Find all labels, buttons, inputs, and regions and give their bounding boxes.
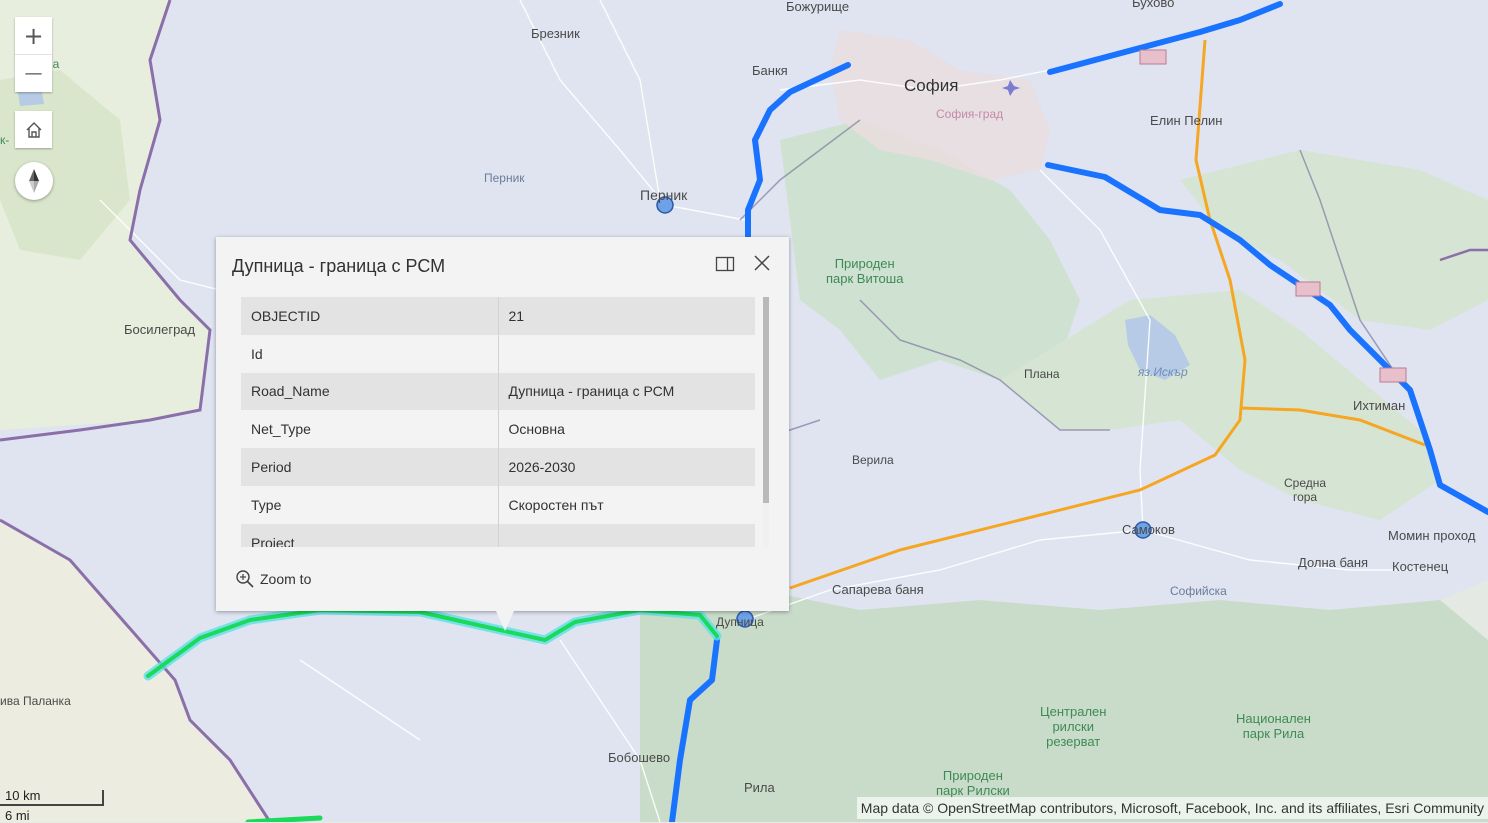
attribute-key: Id xyxy=(241,334,499,373)
attribute-value xyxy=(498,523,755,547)
attribute-table[interactable]: OBJECTID 21 Id Road_Name Дупница - граница с… xyxy=(241,297,755,547)
map-attribution: Map data © OpenStreetMap contributors, M… xyxy=(856,797,1488,819)
table-scrollbar[interactable] xyxy=(763,297,769,547)
attribute-row: Id xyxy=(241,334,755,373)
attribute-row: Type Скоростен път xyxy=(241,485,755,524)
dock-icon xyxy=(715,256,735,272)
popup-pointer xyxy=(496,611,514,631)
scrollbar-thumb[interactable] xyxy=(763,297,769,503)
attribute-row: Net_Type Основна xyxy=(241,410,755,449)
attribute-value: Скоростен път xyxy=(498,485,755,524)
attribute-key: Net_Type xyxy=(241,410,499,449)
dock-button[interactable] xyxy=(714,253,736,275)
attribute-key: Type xyxy=(241,485,499,524)
popup-title: Дупница - граница с РСМ xyxy=(232,256,446,276)
attribute-row: Project xyxy=(241,523,755,547)
zoom-in-button[interactable]: + xyxy=(15,17,52,55)
attribute-value: Дупница - граница с РСМ xyxy=(498,372,755,411)
compass-icon xyxy=(29,169,39,193)
home-button[interactable] xyxy=(15,111,52,148)
zoom-to-label: Zoom to xyxy=(260,571,312,587)
close-button[interactable] xyxy=(751,252,773,274)
attribute-row: OBJECTID 21 xyxy=(241,297,755,335)
attribute-key: Period xyxy=(241,448,499,486)
zoom-to-icon xyxy=(236,570,254,588)
zoom-out-button[interactable]: — xyxy=(15,55,52,92)
attribute-value: Основна xyxy=(498,410,755,449)
attribute-value xyxy=(498,334,755,373)
scale-km-label: 10 km xyxy=(5,788,41,803)
attribute-row: Road_Name Дупница - граница с РСМ xyxy=(241,372,755,411)
zoom-to-button[interactable]: Zoom to xyxy=(235,569,311,589)
scale-line xyxy=(0,804,104,806)
scale-tick xyxy=(102,790,104,806)
compass-button[interactable] xyxy=(15,162,53,200)
scale-bar: 10 km 6 mi xyxy=(0,786,104,823)
feature-popup: Дупница - граница с РСМ OBJECTID 21 Id Road… xyxy=(216,237,789,631)
attribute-key: Project xyxy=(241,523,499,547)
attribute-value: 21 xyxy=(498,297,755,335)
close-icon xyxy=(754,255,770,271)
attribute-row: Period 2026-2030 xyxy=(241,448,755,486)
home-icon xyxy=(26,121,41,138)
scale-mi-label: 6 mi xyxy=(5,808,30,823)
home-control xyxy=(15,111,52,148)
zoom-controls: + — xyxy=(15,17,52,92)
attribute-value: 2026-2030 xyxy=(498,448,755,486)
attribute-key: OBJECTID xyxy=(241,297,499,335)
attribute-key: Road_Name xyxy=(241,372,499,411)
